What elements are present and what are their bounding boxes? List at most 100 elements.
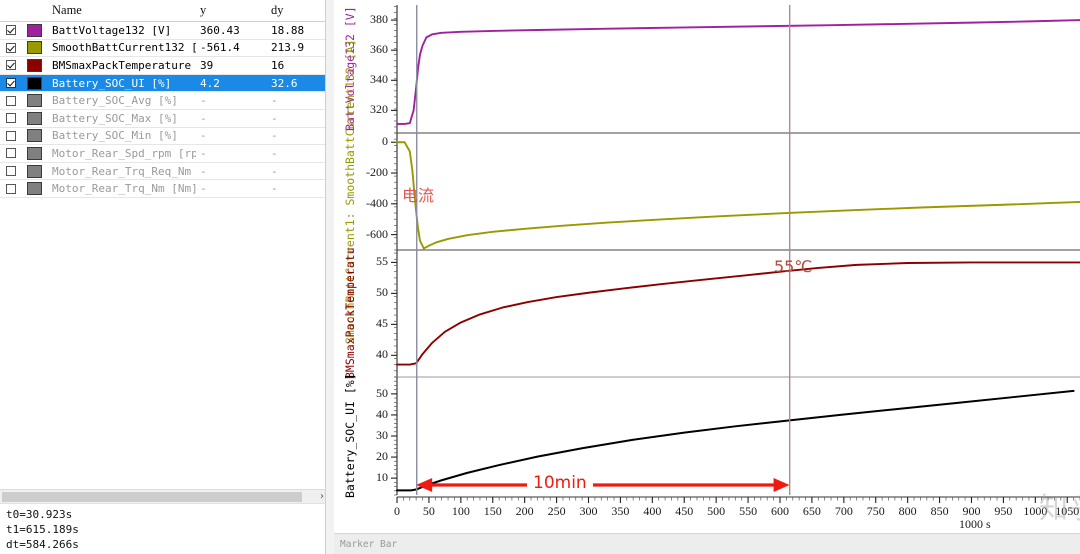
signal-y-value: -561.4 (200, 41, 240, 55)
series-color-swatch[interactable] (26, 182, 42, 196)
checkbox-checked-icon[interactable] (6, 25, 16, 36)
y-tick-label: -600 (366, 226, 388, 241)
column-header-dy[interactable]: dy (267, 3, 334, 18)
current-annotation-label: 电流 (402, 186, 435, 205)
signal-name: Battery_SOC_Avg [%] (52, 94, 178, 108)
signal-y-value: - (200, 111, 207, 125)
row-color-cell[interactable] (22, 23, 46, 37)
x-tick-label: 600 (770, 504, 789, 518)
y-tick-label: 40 (376, 347, 388, 362)
table-row[interactable]: SmoothBattCurrent132 [A] -561.4 213.9 (0, 40, 334, 58)
row-checkbox-cell[interactable] (0, 78, 22, 89)
checkbox-unchecked-icon[interactable] (6, 148, 16, 159)
row-checkbox-cell[interactable] (0, 148, 22, 159)
row-checkbox-cell[interactable] (0, 113, 22, 124)
row-color-cell[interactable] (22, 41, 46, 55)
table-row[interactable]: Motor_Rear_Trq_Req_Nm [Nm]-- (0, 163, 334, 181)
x-tick-label: 100 (451, 504, 470, 518)
row-color-cell[interactable] (22, 58, 46, 72)
table-row[interactable]: Battery_SOC_Min [%] - - (0, 128, 334, 146)
checkbox-unchecked-icon[interactable] (6, 113, 16, 124)
row-color-cell[interactable] (22, 146, 46, 160)
row-checkbox-cell[interactable] (0, 166, 22, 177)
series-color-swatch[interactable] (26, 41, 42, 55)
x-tick-label: 200 (515, 504, 534, 518)
row-checkbox-cell[interactable] (0, 60, 22, 71)
signal-name: Motor_Rear_Spd_rpm [rpm] (52, 146, 196, 160)
status-t0: t0=30.923s (6, 508, 73, 521)
x-tick-label: 350 (611, 504, 630, 518)
series-color-swatch[interactable] (26, 94, 42, 108)
x-axis-unit-label: 1000 s (959, 517, 991, 531)
signal-y-value: - (200, 94, 207, 108)
x-tick-label: 1000 (1023, 504, 1048, 518)
marker-bar[interactable]: Marker Bar (334, 533, 1080, 554)
x-tick-label: 450 (675, 504, 694, 518)
series-color-swatch[interactable] (26, 23, 42, 37)
table-header-row: Name y dy (0, 0, 334, 22)
row-checkbox-cell[interactable] (0, 95, 22, 106)
scrollbar-thumb[interactable] (2, 492, 302, 502)
series-color-swatch[interactable] (26, 129, 42, 143)
signal-dy-value: - (271, 129, 278, 143)
y-tick-label: 380 (370, 12, 388, 27)
signal-y-value: - (200, 129, 207, 143)
row-color-cell[interactable] (22, 76, 46, 90)
checkbox-unchecked-icon[interactable] (6, 166, 16, 177)
signal-name: Motor_Rear_Trq_Nm [Nm] (52, 182, 196, 196)
row-color-cell[interactable] (22, 94, 46, 108)
signal-name: Battery_SOC_Min [%] (52, 129, 178, 143)
row-color-cell[interactable] (22, 111, 46, 125)
series-color-swatch[interactable] (26, 146, 42, 160)
checkbox-unchecked-icon[interactable] (6, 183, 16, 194)
row-color-cell[interactable] (22, 129, 46, 143)
series-color-swatch[interactable] (26, 111, 42, 125)
series-color-swatch[interactable] (26, 58, 42, 72)
y-tick-label: 50 (376, 285, 388, 300)
row-checkbox-cell[interactable] (0, 130, 22, 141)
row-color-cell[interactable] (22, 164, 46, 178)
y-tick-label: -200 (366, 165, 388, 180)
table-row[interactable]: BMSmaxPackTemperature [C] 39 16 (0, 57, 334, 75)
signal-name: BMSmaxPackTemperature [C] (52, 58, 196, 72)
x-tick-label: 700 (834, 504, 853, 518)
checkbox-unchecked-icon[interactable] (6, 130, 16, 141)
table-row[interactable]: Motor_Rear_Trq_Nm [Nm] - - (0, 180, 334, 198)
signal-dy-value: 213.9 (271, 41, 305, 55)
y-tick-label: 55 (376, 254, 388, 269)
table-row[interactable]: Motor_Rear_Spd_rpm [rpm] - - (0, 145, 334, 163)
signal-dy-value: 32.6 (271, 76, 298, 90)
y-tick-label: 20 (376, 449, 388, 464)
multi-panel-plot[interactable] (334, 0, 1080, 533)
table-row[interactable]: Battery_SOC_Avg [%] - - (0, 92, 334, 110)
x-tick-label: 500 (707, 504, 726, 518)
signal-dy-value: - (271, 182, 278, 196)
signal-y-value: 4.2 (200, 76, 220, 90)
table-row[interactable]: Battery_SOC_Max [%] - - (0, 110, 334, 128)
signal-y-value: 360.43 (200, 23, 240, 37)
row-checkbox-cell[interactable] (0, 25, 22, 36)
temperature-annotation-label: 55℃ (774, 257, 813, 276)
plot-area[interactable]: BattVoltage132 [V] SmoothBattCurrent1: Sm… (334, 0, 1080, 554)
signal-rows: BattVoltage132 [V] 360.43 18.88 SmoothBattC… (0, 22, 334, 198)
row-checkbox-cell[interactable] (0, 42, 22, 53)
column-header-y[interactable]: y (196, 3, 267, 18)
table-row[interactable]: Battery_SOC_UI [%] 4.2 32.6 (0, 74, 334, 93)
checkbox-checked-icon[interactable] (6, 60, 16, 71)
checkbox-checked-icon[interactable] (6, 42, 16, 53)
signal-dy-value: 18.88 (271, 23, 305, 37)
signal-name: Battery_SOC_UI [%] (52, 76, 172, 90)
y-tick-label: 0 (382, 134, 388, 149)
series-color-swatch[interactable] (26, 164, 42, 178)
checkbox-unchecked-icon[interactable] (6, 95, 16, 106)
checkbox-checked-icon[interactable] (6, 78, 16, 89)
row-color-cell[interactable] (22, 182, 46, 196)
horizontal-scrollbar[interactable]: › (0, 489, 333, 504)
series-color-swatch[interactable] (26, 76, 42, 90)
signal-table[interactable]: Name y dy BattVoltage132 [V] 360.43 18.88 S… (0, 0, 334, 218)
cursor-status-box: t0=30.923s t1=615.189s dt=584.266s (0, 503, 333, 554)
table-row[interactable]: BattVoltage132 [V] 360.43 18.88 (0, 22, 334, 40)
column-header-name[interactable]: Name (46, 3, 196, 18)
row-checkbox-cell[interactable] (0, 183, 22, 194)
x-tick-label: 0 (394, 504, 400, 518)
